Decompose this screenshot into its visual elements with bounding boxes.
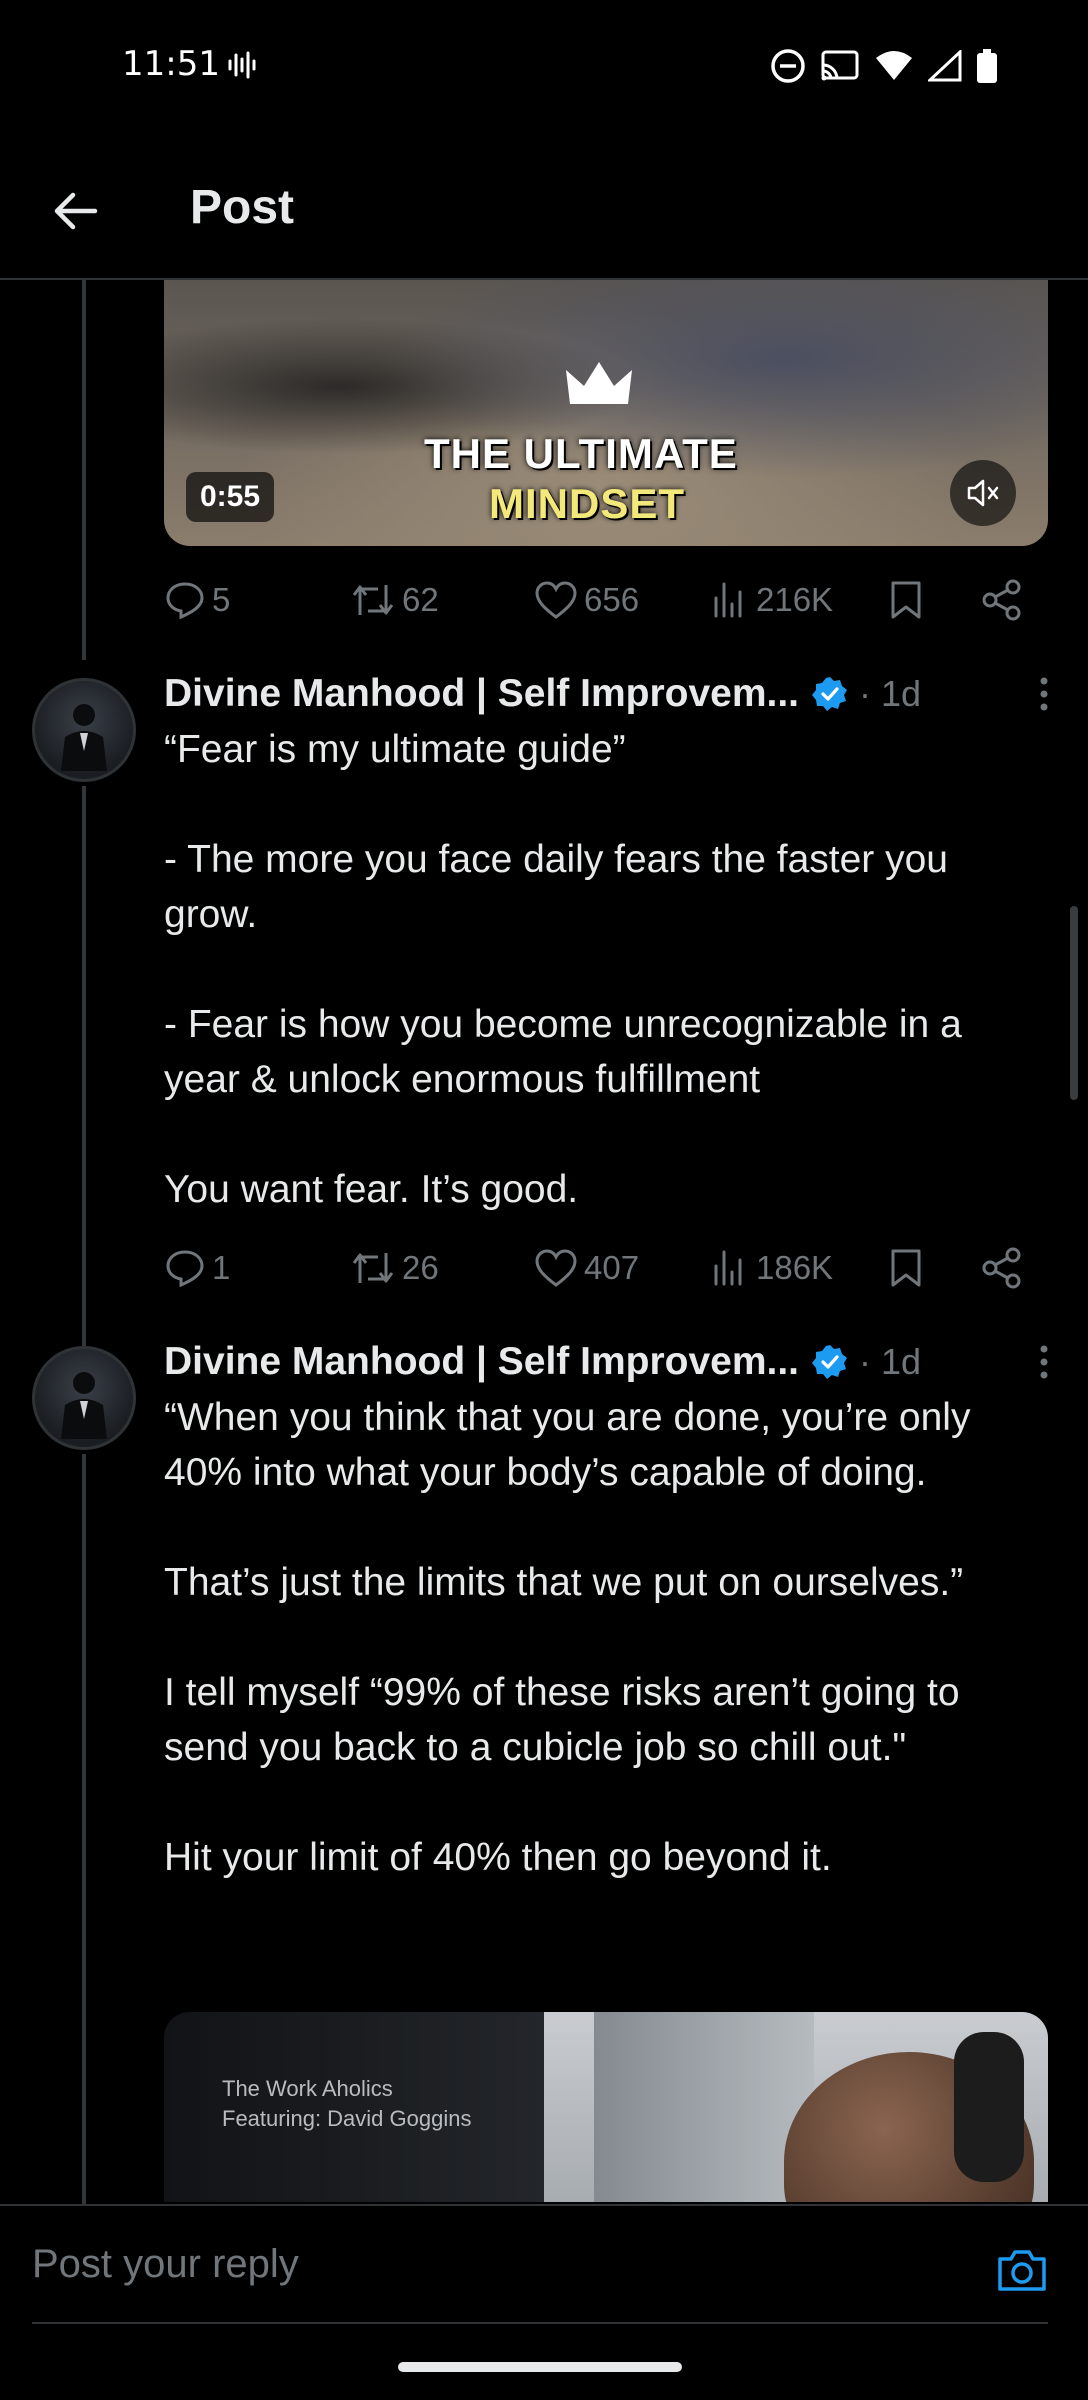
post-media[interactable]: The Work Aholics Featuring: David Goggin… [164, 2012, 1048, 2202]
views-button[interactable]: 186K [710, 1248, 833, 1288]
more-options-button[interactable] [1024, 1342, 1064, 1382]
page-title: Post [190, 181, 295, 234]
retweet-icon [352, 585, 394, 615]
bookmark-button[interactable] [888, 1247, 924, 1289]
post-timestamp[interactable]: · 1d [859, 673, 921, 715]
camera-button[interactable] [994, 2242, 1050, 2298]
verified-badge-icon [812, 677, 848, 711]
thread-line [82, 786, 86, 1346]
post-header: Divine Manhood | Self Improvem... · 1d [164, 1334, 1064, 1390]
heart-icon [535, 581, 577, 619]
heart-icon [535, 1249, 577, 1287]
thread-line [82, 280, 86, 660]
media-window [594, 2012, 814, 2202]
reply-count: 1 [212, 1249, 231, 1286]
top-app-bar: Post [0, 140, 1088, 280]
retweet-icon [352, 1253, 394, 1283]
post-header: Divine Manhood | Self Improvem... · 1d [164, 666, 1064, 722]
status-bar: 11:51 [0, 0, 1088, 140]
signal-icon [926, 48, 962, 87]
reply-button[interactable]: 5 [164, 579, 230, 621]
back-button[interactable] [40, 176, 110, 246]
home-indicator[interactable] [398, 2362, 682, 2372]
reply-count: 5 [212, 581, 231, 618]
post-actions: 5 62 656 216K [164, 570, 1048, 630]
battery-icon [976, 49, 998, 88]
like-button[interactable]: 656 [534, 579, 639, 621]
scrollbar[interactable] [1070, 906, 1078, 1100]
reply-input[interactable] [32, 2242, 932, 2287]
crown-icon [566, 362, 632, 404]
status-icons [770, 48, 998, 89]
thread-line [82, 1454, 86, 2204]
volume-muted-icon [967, 479, 999, 507]
retweet-button[interactable]: 26 [350, 1247, 439, 1289]
like-count: 656 [584, 581, 640, 618]
post-timestamp[interactable]: · 1d [859, 1341, 921, 1383]
wifi-icon [874, 50, 914, 87]
post-actions: 1 26 407 186K [164, 1238, 1048, 1298]
reply-icon [166, 582, 204, 620]
cast-icon [820, 49, 860, 88]
share-icon [982, 579, 1021, 621]
author-name[interactable]: Divine Manhood | Self Improvem... [164, 672, 799, 716]
post-text: “Fear is my ultimate guide” - The more y… [164, 728, 962, 1211]
more-vertical-icon [1040, 1345, 1048, 1379]
verified-badge-icon [812, 1345, 848, 1379]
retweet-count: 26 [402, 1249, 439, 1286]
views-button[interactable]: 216K [710, 580, 833, 620]
headphones-shape [954, 2032, 1024, 2182]
more-vertical-icon [1040, 677, 1048, 711]
analytics-icon [714, 582, 742, 618]
like-count: 407 [584, 1249, 640, 1286]
post-text: “When you think that you are done, you’r… [164, 1396, 971, 1879]
retweet-count: 62 [402, 581, 439, 618]
media-caption: The Work Aholics [222, 2076, 393, 2101]
bookmark-icon [891, 581, 921, 619]
analytics-icon [714, 1250, 742, 1286]
view-count: 186K [756, 1249, 834, 1286]
share-button[interactable] [980, 578, 1024, 622]
view-count: 216K [756, 581, 834, 618]
share-button[interactable] [980, 1246, 1024, 1290]
video-player[interactable]: THE ULTIMATE MINDSET 0:55 [164, 280, 1048, 546]
reply-button[interactable]: 1 [164, 1247, 230, 1289]
camera-icon [998, 2250, 1046, 2291]
bookmark-icon [891, 1249, 921, 1287]
more-options-button[interactable] [1024, 674, 1064, 714]
dnd-icon [770, 48, 806, 89]
bookmark-button[interactable] [888, 579, 924, 621]
avatar[interactable] [32, 1346, 136, 1450]
retweet-button[interactable]: 62 [350, 579, 439, 621]
avatar[interactable] [32, 678, 136, 782]
reply-composer [0, 2204, 1088, 2324]
video-duration: 0:55 [186, 472, 275, 522]
divider [32, 2322, 1048, 2324]
voice-activity-icon [226, 50, 256, 85]
back-arrow-icon [54, 192, 98, 230]
like-button[interactable]: 407 [534, 1247, 639, 1289]
media-caption: Featuring: David Goggins [222, 2106, 472, 2131]
mute-button[interactable] [950, 460, 1016, 526]
share-icon [982, 1247, 1021, 1289]
video-caption-highlight: MINDSET [489, 480, 685, 527]
reply-icon [166, 1250, 204, 1288]
author-name[interactable]: Divine Manhood | Self Improvem... [164, 1340, 799, 1384]
video-caption: THE ULTIMATE [424, 430, 738, 477]
status-time: 11:51 [122, 44, 220, 84]
